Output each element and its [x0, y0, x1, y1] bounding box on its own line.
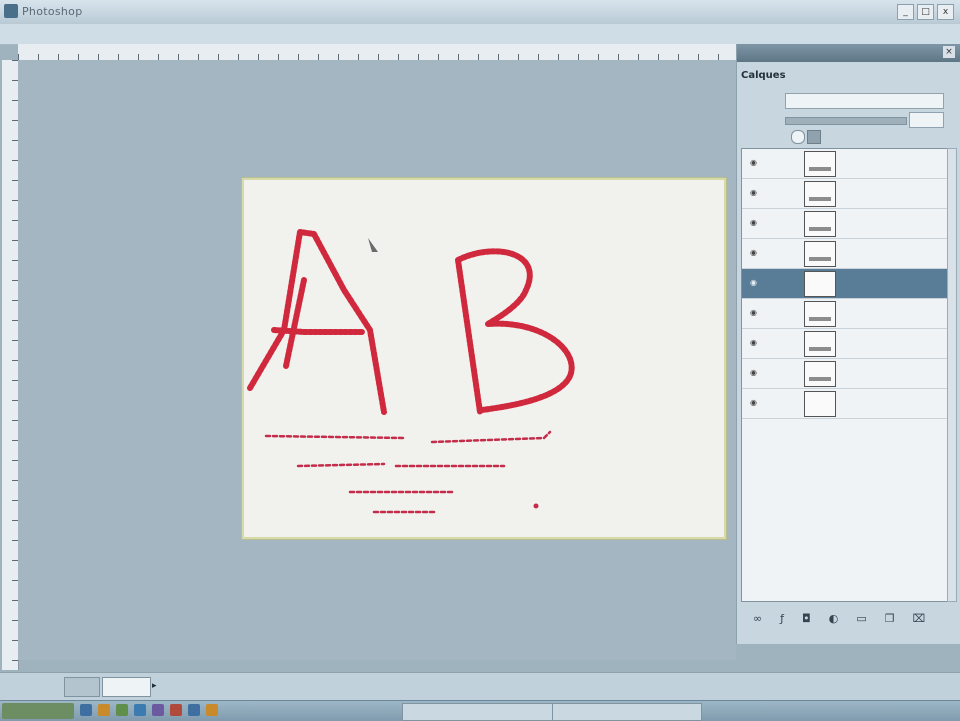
layer-row[interactable]: ◉: [742, 209, 948, 239]
layer-row-background[interactable]: ◉: [742, 389, 948, 419]
new-layer-icon[interactable]: ❐: [885, 612, 895, 632]
quicklaunch-icon[interactable]: [98, 704, 110, 716]
layers-list: ◉ ◉ ◉ ◉ ◉ ◉ ◉ ◉ ◉: [741, 148, 949, 602]
cursor-icon: [368, 238, 378, 252]
taskbar-window-button[interactable]: [552, 703, 702, 721]
opacity-slider[interactable]: [785, 117, 907, 125]
quicklaunch-icon[interactable]: [134, 704, 146, 716]
taskbar-window-button[interactable]: [402, 703, 562, 721]
eye-icon[interactable]: ◉: [750, 218, 757, 227]
layer-row[interactable]: ◉: [742, 179, 948, 209]
layer-row[interactable]: ◉: [742, 149, 948, 179]
layer-thumbnail: [804, 211, 836, 237]
layer-row[interactable]: ◉: [742, 239, 948, 269]
start-button[interactable]: [2, 703, 74, 719]
layer-row-selected[interactable]: ◉: [742, 269, 948, 299]
mask-icon[interactable]: ◘: [802, 612, 811, 632]
quicklaunch-icon[interactable]: [80, 704, 92, 716]
scribble-line-2: [296, 462, 506, 468]
opacity-field[interactable]: [909, 112, 944, 128]
layer-thumbnail: [804, 151, 836, 177]
app-icon: [4, 4, 18, 18]
layer-row[interactable]: ◉: [742, 329, 948, 359]
quicklaunch-icon[interactable]: [152, 704, 164, 716]
eye-icon[interactable]: ◉: [750, 368, 757, 377]
menu-bar: [0, 24, 960, 45]
system-tray-clock: [874, 703, 960, 719]
title-bar: Photoshop _ □ x: [0, 0, 960, 25]
fx-icon[interactable]: ƒ: [780, 612, 784, 632]
layer-row[interactable]: ◉: [742, 359, 948, 389]
layer-thumbnail: [804, 271, 836, 297]
layer-thumbnail: [804, 391, 836, 417]
blend-mode-select[interactable]: [785, 93, 944, 109]
quicklaunch-icon[interactable]: [170, 704, 182, 716]
taskbar: [0, 700, 960, 721]
layer-thumbnail: [804, 361, 836, 387]
quicklaunch-icon[interactable]: [116, 704, 128, 716]
scribble-line-1: [264, 430, 552, 444]
layer-thumbnail: [804, 301, 836, 327]
status-arrow-icon[interactable]: ▸: [152, 681, 157, 691]
layers-tab-label: Calques: [741, 70, 786, 81]
layer-row[interactable]: ◉: [742, 299, 948, 329]
lock-all-icon[interactable]: [807, 130, 821, 144]
close-button[interactable]: x: [937, 4, 954, 20]
minimize-button[interactable]: _: [897, 4, 914, 20]
window-title: Photoshop: [22, 5, 83, 18]
letter-b-stroke: [455, 248, 575, 415]
eye-icon[interactable]: ◉: [750, 308, 757, 317]
zoom-field[interactable]: [64, 677, 100, 697]
lock-transparency-icon[interactable]: [791, 130, 805, 144]
doc-info-field[interactable]: [102, 677, 151, 697]
layer-thumbnail: [804, 241, 836, 267]
document-canvas[interactable]: [242, 178, 726, 539]
adjustment-icon[interactable]: ◐: [829, 612, 839, 632]
eye-icon[interactable]: ◉: [750, 278, 757, 287]
quicklaunch-icon[interactable]: [188, 704, 200, 716]
eye-icon[interactable]: ◉: [750, 398, 757, 407]
link-icon[interactable]: ∞: [753, 612, 762, 632]
top-ruler: [18, 44, 736, 61]
eye-icon[interactable]: ◉: [750, 248, 757, 257]
layer-thumbnail: [804, 181, 836, 207]
maximize-button[interactable]: □: [917, 4, 934, 20]
status-bar: ▸: [0, 672, 960, 701]
eye-icon[interactable]: ◉: [750, 188, 757, 197]
letter-a-crossbar: [271, 327, 365, 335]
canvas-drawing: [247, 229, 575, 514]
left-ruler: [2, 60, 19, 670]
trash-icon[interactable]: ⌧: [913, 612, 926, 632]
panel-close-icon[interactable]: ×: [943, 46, 955, 58]
panel-footer: ∞ ƒ ◘ ◐ ▭ ❐ ⌧: [741, 612, 960, 632]
layers-panel: × Calques ◉ ◉ ◉ ◉ ◉ ◉ ◉ ◉ ◉ ∞ ƒ ◘ ◐ ▭ ❐ …: [736, 44, 960, 644]
eye-icon[interactable]: ◉: [750, 158, 757, 167]
quicklaunch-icon[interactable]: [206, 704, 218, 716]
layers-scrollbar[interactable]: [947, 148, 957, 602]
layer-thumbnail: [804, 331, 836, 357]
dot-mark: [533, 503, 539, 509]
eye-icon[interactable]: ◉: [750, 338, 757, 347]
window-controls: _ □ x: [897, 4, 954, 20]
folder-icon[interactable]: ▭: [856, 612, 866, 632]
letter-a-stroke: [247, 229, 387, 415]
layers-tab[interactable]: Calques: [741, 68, 951, 84]
panel-header: ×: [737, 44, 960, 62]
